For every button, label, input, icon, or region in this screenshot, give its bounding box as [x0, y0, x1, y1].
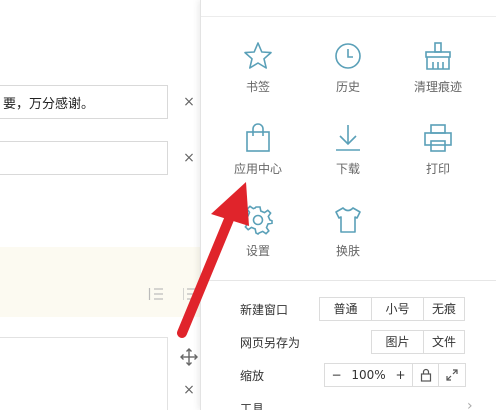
star-icon	[244, 42, 272, 69]
remove-box-close-icon[interactable]: ×	[181, 382, 197, 398]
clock-icon	[335, 43, 361, 69]
tools-row[interactable]: 工具 ›	[201, 396, 496, 410]
new-window-options: 普通 小号 无痕	[319, 297, 465, 321]
new-window-small-button[interactable]: 小号	[372, 298, 424, 320]
save-page-as-row: 网页另存为 图片 文件	[201, 330, 496, 354]
clear-field-2-close-icon[interactable]: ×	[181, 150, 197, 166]
tshirt-icon	[335, 207, 361, 233]
new-window-label: 新建窗口	[240, 303, 289, 317]
new-window-normal-button[interactable]: 普通	[320, 298, 372, 320]
menu-item-label: 换肤	[335, 244, 360, 258]
zoom-out-button[interactable]: −	[327, 364, 347, 386]
zoom-row: 缩放 −100% +	[201, 363, 496, 387]
menu-item-label: 打印	[425, 162, 450, 176]
menu-item-history[interactable]: 历史	[303, 40, 393, 110]
save-as-image-button[interactable]: 图片	[372, 331, 424, 353]
menu-item-label: 应用中心	[233, 162, 282, 176]
zoom-value: 100%	[351, 368, 386, 382]
download-icon	[336, 125, 360, 151]
menu-item-settings[interactable]: 设置	[213, 204, 303, 274]
menu-item-app-center[interactable]: 应用中心	[213, 122, 303, 192]
ordered-list-icon[interactable]	[148, 286, 164, 302]
background-page: 要，万分感谢。 × × ×	[0, 0, 200, 410]
new-window-incognito-button[interactable]: 无痕	[424, 298, 464, 320]
menu-item-label: 设置	[245, 244, 270, 258]
menu-item-download[interactable]: 下载	[303, 122, 393, 192]
text-field-1[interactable]: 要，万分感谢。	[0, 85, 168, 119]
menu-item-print[interactable]: 打印	[393, 122, 483, 192]
menu-item-label: 下载	[335, 162, 360, 176]
zoom-in-button[interactable]: +	[391, 364, 411, 386]
save-as-file-button[interactable]: 文件	[424, 331, 464, 353]
save-as-options: 图片 文件	[371, 330, 465, 354]
menu-item-bookmarks[interactable]: 书签	[213, 40, 303, 110]
lock-zoom-button[interactable]	[413, 364, 439, 386]
printer-icon	[424, 124, 452, 152]
text-field-1-value: 要，万分感谢。	[3, 97, 95, 112]
editor-toolbar-band	[0, 247, 200, 317]
menu-item-skin[interactable]: 换肤	[303, 204, 393, 274]
bag-icon	[246, 123, 270, 152]
move-handle-icon[interactable]	[180, 348, 198, 366]
lock-icon	[420, 368, 431, 382]
zoom-controls: −100% +	[324, 363, 466, 387]
menu-item-label: 书签	[245, 80, 270, 94]
new-window-row: 新建窗口 普通 小号 无痕	[201, 297, 496, 321]
content-box[interactable]	[0, 337, 168, 410]
panel-top-divider	[201, 16, 496, 17]
text-field-2[interactable]	[0, 141, 168, 175]
fullscreen-icon	[446, 369, 458, 381]
unordered-list-icon[interactable]	[183, 286, 199, 302]
fullscreen-button[interactable]	[439, 364, 465, 386]
chevron-right-icon: ›	[467, 398, 473, 410]
menu-item-label: 历史	[335, 80, 360, 94]
save-page-as-label: 网页另存为	[240, 336, 301, 350]
tools-label: 工具	[240, 402, 265, 410]
menu-item-label: 清理痕迹	[413, 80, 462, 94]
zoom-label: 缩放	[240, 369, 265, 383]
browser-menu-panel: 书签 历史 清理痕迹 应用中心 下载 打印 设置 换肤 新建窗口 普通 小号 无…	[200, 0, 496, 410]
menu-item-clear-traces[interactable]: 清理痕迹	[393, 40, 483, 110]
gear-icon	[243, 205, 273, 235]
zoom-stepper: −100% +	[325, 364, 413, 386]
broom-icon	[425, 42, 451, 70]
clear-field-1-close-icon[interactable]: ×	[181, 94, 197, 110]
menu-divider	[201, 280, 496, 281]
